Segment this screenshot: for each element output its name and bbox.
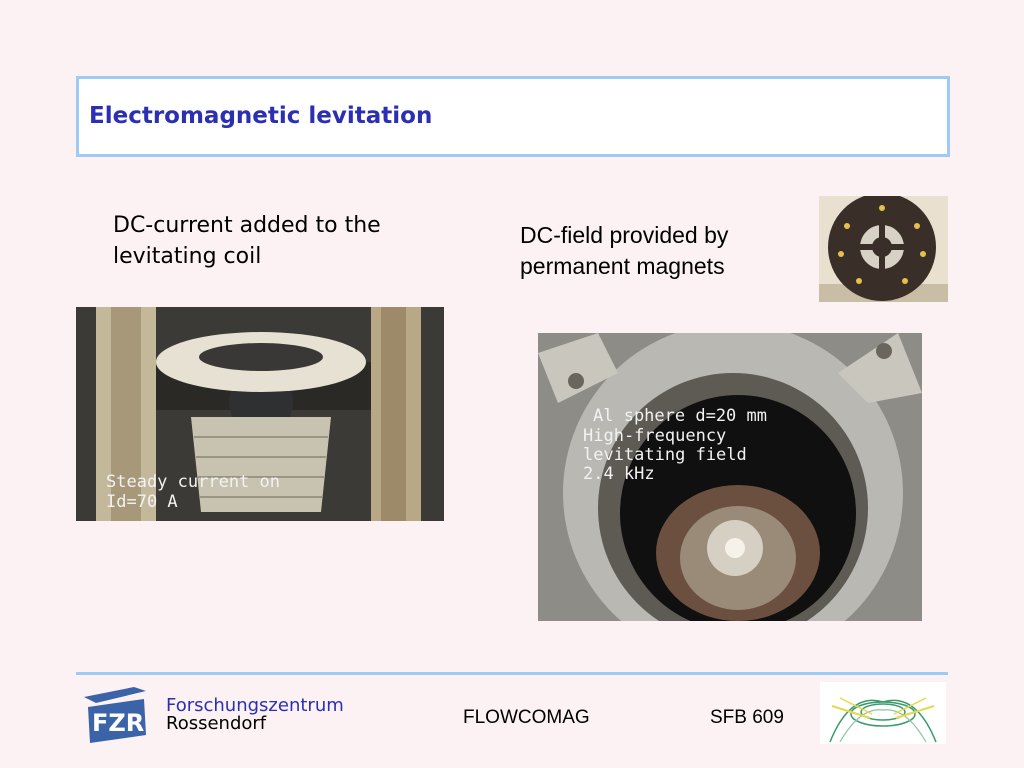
svg-text:FZR: FZR bbox=[92, 709, 144, 737]
coil-overlay-line1: Steady current on bbox=[106, 472, 280, 492]
sphere-overlay-line1: Al sphere d=20 mm bbox=[593, 406, 767, 426]
title-box: Electromagnetic levitation bbox=[76, 76, 950, 157]
sphere-overlay-line3: levitating field bbox=[583, 445, 747, 465]
magnet-photo bbox=[819, 196, 948, 302]
left-caption: DC-current added to the levitating coil bbox=[113, 213, 381, 269]
footer-divider bbox=[76, 672, 948, 675]
sphere-photo: Al sphere d=20 mm High-frequency levitat… bbox=[538, 333, 922, 621]
sphere-overlay-line2: High-frequency bbox=[583, 426, 726, 446]
sfb-label: SFB 609 bbox=[710, 707, 784, 728]
right-caption: DC-field provided by permanent magnets bbox=[520, 222, 729, 279]
org-name-line2: Rossendorf bbox=[166, 713, 267, 734]
page-title: Electromagnetic levitation bbox=[89, 103, 433, 129]
sfb-logo-icon bbox=[820, 682, 946, 744]
project-name: FLOWCOMAG bbox=[463, 707, 590, 728]
coil-overlay-line2: Id=70 A bbox=[106, 492, 178, 512]
coil-photo: Steady current on Id=70 A bbox=[76, 307, 444, 521]
sphere-overlay-line4: 2.4 kHz bbox=[583, 464, 655, 484]
fzr-logo-icon: FZR bbox=[84, 687, 150, 743]
